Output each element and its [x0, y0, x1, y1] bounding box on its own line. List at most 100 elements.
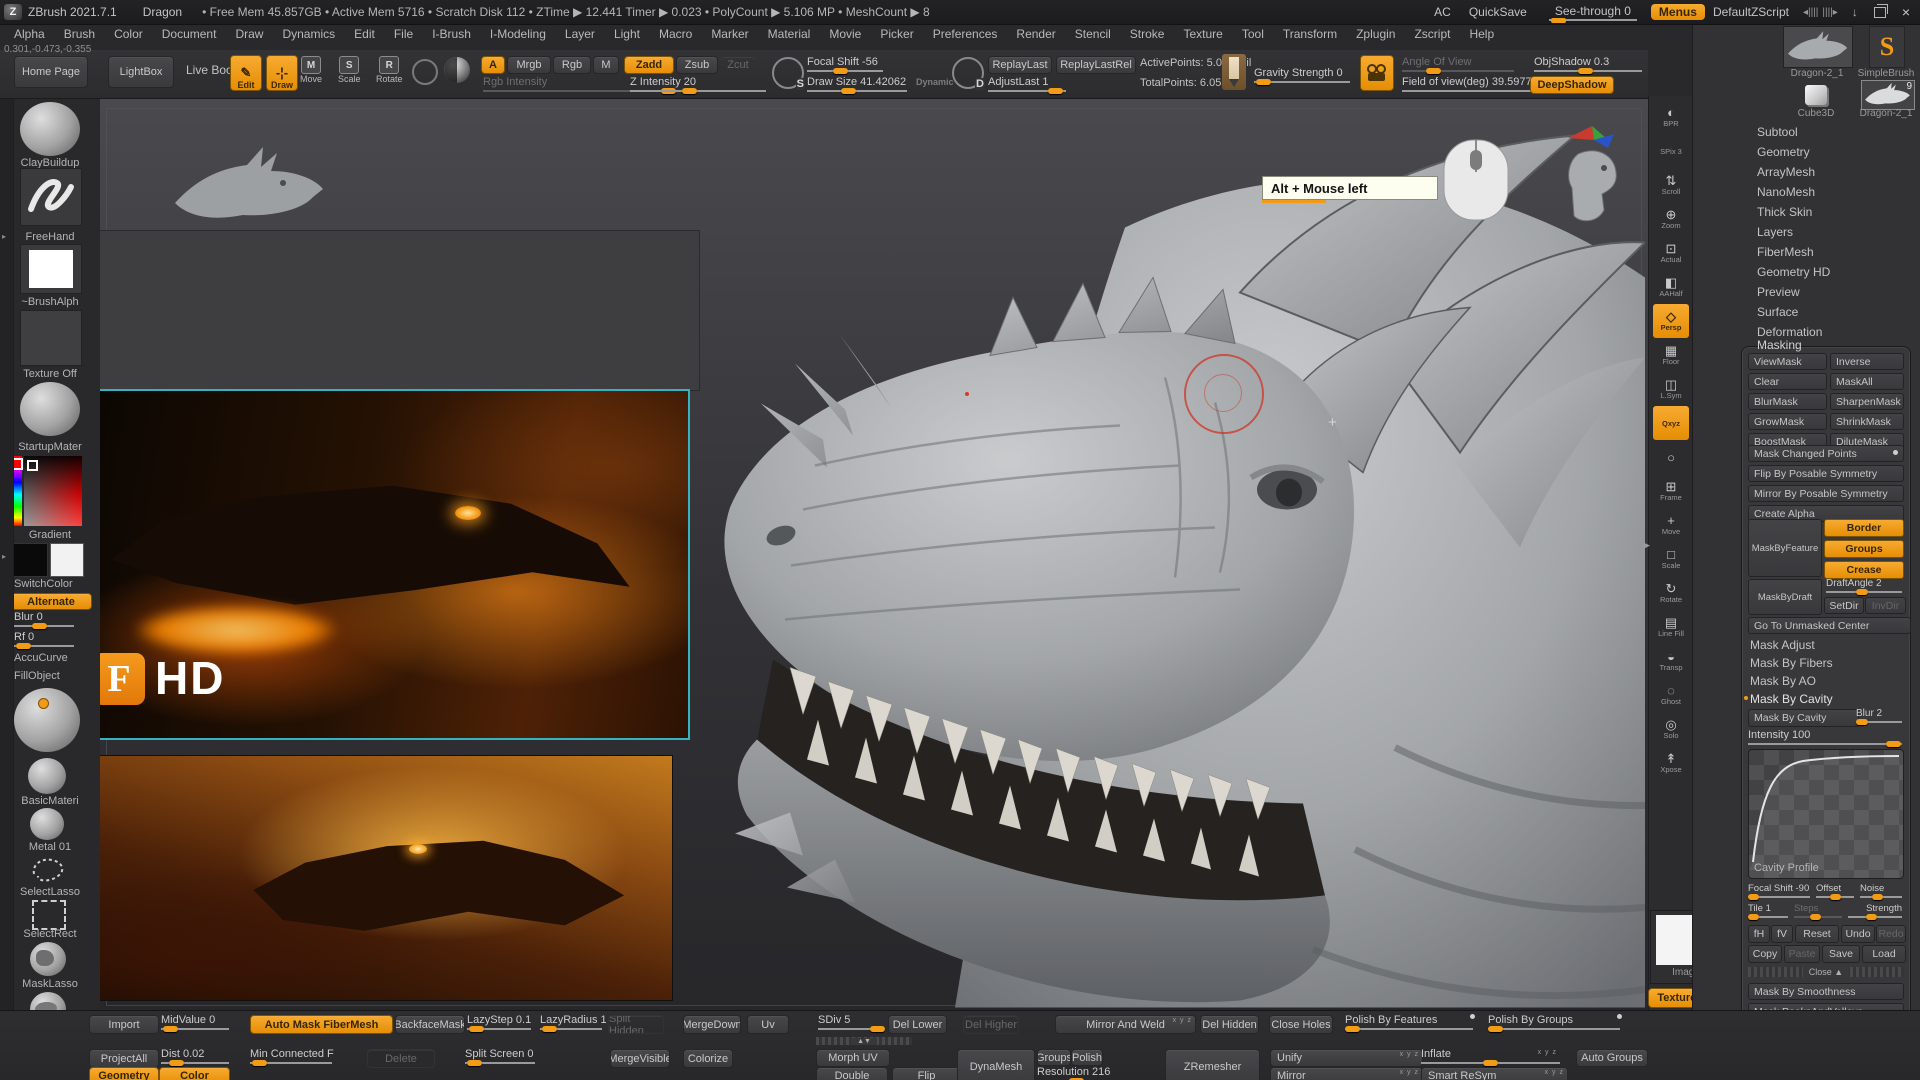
masking-button[interactable]: GrowMask [1748, 413, 1827, 430]
zcut-button[interactable]: Zcut [720, 56, 756, 74]
shelf-divider-handle[interactable]: ◂▸ [1641, 540, 1650, 551]
shelf-toggle-button[interactable]: □ Scale [1653, 542, 1689, 576]
material-preview-sphere[interactable] [14, 688, 80, 752]
shelf-toggle-button[interactable]: ↻ Rotate [1653, 576, 1689, 610]
curve-copy-button[interactable]: Copy [1748, 945, 1782, 963]
palette-section-header[interactable]: Thick Skin [1739, 202, 1919, 222]
shelf-toggle-button[interactable]: ◎ Solo [1653, 712, 1689, 746]
feature-mask-button[interactable]: Crease [1824, 561, 1904, 579]
shelf-toggle-button[interactable]: ▤ Line Fill [1653, 610, 1689, 644]
home-page-button[interactable]: Home Page [14, 56, 88, 88]
mask-by-ao-header[interactable]: Mask By AO [1742, 671, 1816, 691]
split-screen-slider[interactable]: Split Screen 0 [465, 1048, 535, 1064]
shelf-toggle-button[interactable]: ▦ Floor [1653, 338, 1689, 372]
mask-by-feature-button[interactable]: MaskByFeature [1748, 519, 1822, 577]
zadd-button[interactable]: Zadd [624, 56, 674, 74]
tool-thumb-cube[interactable] [1791, 82, 1841, 108]
zremesher-button[interactable]: ZRemesher [1165, 1049, 1260, 1080]
masking-button[interactable]: SharpenMask [1830, 393, 1904, 410]
polish-by-features-slider[interactable]: Polish By Features [1345, 1014, 1473, 1030]
delete-button[interactable]: Delete [367, 1049, 435, 1068]
edit-mode-button[interactable]: ✎Edit [230, 55, 262, 91]
flip-h-button[interactable]: fH [1748, 925, 1770, 943]
tray-scroll-right-icon[interactable]: ||||▸ [1822, 7, 1837, 18]
window-close-icon[interactable]: × [1902, 4, 1910, 20]
current-brush-thumbnail[interactable] [20, 102, 80, 156]
close-divider[interactable]: Close ▲ [1748, 967, 1904, 977]
groups-button[interactable]: Groups [1037, 1049, 1071, 1066]
menu-item[interactable]: Marker [711, 27, 748, 41]
tool-thumb-simplebrush[interactable]: S [1869, 26, 1905, 68]
adjust-last-slider[interactable]: AdjustLast 1 [988, 76, 1066, 92]
left-divider-strip[interactable]: ▸ ▸ [0, 96, 14, 1080]
menu-item[interactable]: Alpha [14, 27, 45, 41]
dynamic-toggle[interactable]: Dynamic [916, 77, 954, 87]
secondary-color-swatch[interactable] [50, 543, 84, 577]
close-holes-button[interactable]: Close Holes [1269, 1015, 1333, 1034]
reference-image-smaug-hd[interactable]: F HD [100, 389, 690, 740]
rf-slider[interactable]: Rf 0 [14, 631, 74, 647]
default-zscript-button[interactable]: DefaultZScript [1713, 5, 1789, 19]
shelf-toggle-button[interactable]: ⇅ Scroll [1653, 168, 1689, 202]
menu-item[interactable]: Render [1016, 27, 1055, 41]
menu-item[interactable]: Brush [64, 27, 95, 41]
double-button[interactable]: Double [816, 1067, 888, 1080]
cavity-strength-slider[interactable]: Strength [1848, 903, 1902, 918]
mask-by-cavity-header[interactable]: Mask By Cavity [1742, 689, 1833, 709]
gravity-pencil-icon[interactable] [1222, 54, 1246, 90]
masking-button[interactable]: Flip By Posable Symmetry [1748, 465, 1904, 482]
cavity-profile-curve[interactable]: Cavity Profile [1748, 749, 1904, 879]
material-sphere-icon[interactable] [444, 57, 470, 83]
zsub-button[interactable]: Zsub [676, 56, 718, 74]
replay-last-rel-button[interactable]: ReplayLastRel [1056, 56, 1136, 74]
palette-section-header[interactable]: Subtool [1739, 122, 1919, 142]
del-higher-button[interactable]: Del Higher [963, 1015, 1019, 1034]
color-toggle-button[interactable]: Color [159, 1067, 230, 1080]
palette-section-header[interactable]: Preview [1739, 282, 1919, 302]
rotate-mode-button[interactable]: RRotate [376, 56, 403, 84]
curve-redo-button[interactable]: Redo [1876, 925, 1906, 943]
curve-load-button[interactable]: Load [1862, 945, 1906, 963]
basic-material-thumbnail[interactable] [28, 758, 66, 794]
menu-item[interactable]: Picker [880, 27, 913, 41]
mask-lasso-icon[interactable] [30, 942, 66, 976]
geometry-toggle-button[interactable]: Geometry [89, 1067, 159, 1080]
current-alpha-thumbnail[interactable] [20, 244, 82, 294]
menu-item[interactable]: Stencil [1075, 27, 1111, 41]
del-hidden-button[interactable]: Del Hidden [1200, 1015, 1259, 1034]
masking-button[interactable]: BlurMask [1748, 393, 1827, 410]
menu-item[interactable]: Dynamics [282, 27, 335, 41]
switch-color-button[interactable]: SwitchColor [0, 578, 114, 590]
replay-last-button[interactable]: ReplayLast [988, 56, 1052, 74]
cavity-focal-shift-slider[interactable]: Focal Shift -90 [1748, 883, 1810, 898]
menu-item[interactable]: Transform [1283, 27, 1337, 41]
shelf-toggle-button[interactable]: ◐ BPR [1653, 100, 1689, 134]
cavity-noise-slider[interactable]: Noise [1860, 883, 1902, 898]
dynamesh-button[interactable]: DynaMesh [957, 1049, 1035, 1080]
masking-button[interactable]: Inverse [1830, 353, 1904, 370]
curve-save-button[interactable]: Save [1822, 945, 1860, 963]
move-mode-button[interactable]: MMove [300, 56, 322, 84]
curve-undo-button[interactable]: Undo [1841, 925, 1875, 943]
palette-section-header[interactable]: Geometry HD [1739, 262, 1919, 282]
palette-section-header[interactable]: Geometry [1739, 142, 1919, 162]
palette-section-header[interactable]: Surface [1739, 302, 1919, 322]
auto-groups-button[interactable]: Auto Groups [1576, 1049, 1648, 1067]
metal-material-thumbnail[interactable] [30, 808, 64, 840]
mask-adjust-header[interactable]: Mask Adjust [1742, 635, 1815, 655]
feature-mask-button[interactable]: Border [1824, 519, 1904, 537]
lazystep-slider[interactable]: LazyStep 0.1 [467, 1014, 531, 1030]
window-restore-icon[interactable] [1874, 7, 1886, 18]
masking-button[interactable]: Clear [1748, 373, 1827, 390]
masking-button[interactable]: Mask Changed Points [1748, 445, 1904, 462]
menu-item[interactable]: Macro [659, 27, 692, 41]
resolution-slider[interactable]: Resolution 216 [1037, 1066, 1175, 1080]
smart-resym-button[interactable]: Smart ReSymx y z [1421, 1067, 1568, 1080]
auto-mask-fibermesh-button[interactable]: Auto Mask FiberMesh [250, 1015, 393, 1034]
reference-image-smaug-2[interactable] [100, 755, 673, 1001]
menu-item[interactable]: Edit [354, 27, 375, 41]
menu-item[interactable]: Document [162, 27, 217, 41]
current-material-thumbnail[interactable] [20, 382, 80, 436]
menu-item[interactable]: Zplugin [1356, 27, 1395, 41]
merge-visible-button[interactable]: MergeVisible [610, 1049, 670, 1068]
